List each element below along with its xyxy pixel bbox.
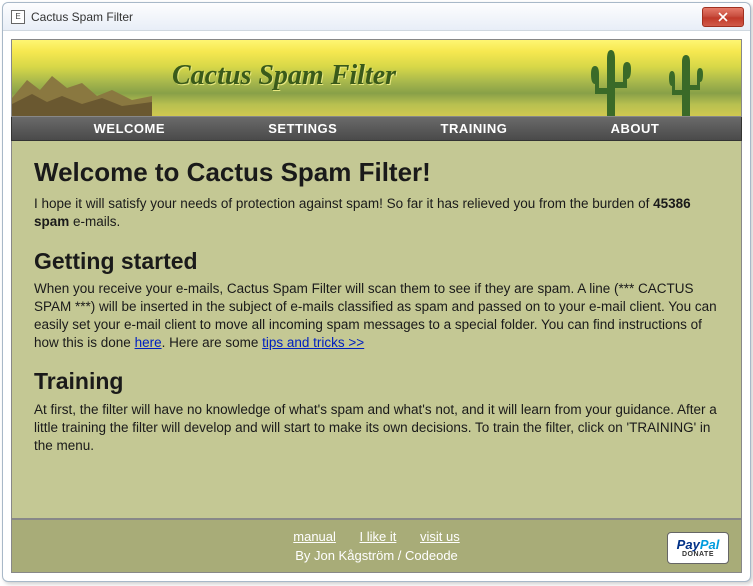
getting-started-text: When you receive your e-mails, Cactus Sp… (34, 280, 719, 353)
rocks-decoration (12, 68, 152, 116)
footer-links: manual I like it visit us (283, 529, 469, 544)
window-title: Cactus Spam Filter (31, 10, 702, 24)
nav-welcome[interactable]: WELCOME (94, 121, 165, 136)
footer: manual I like it visit us By Jon Kågströ… (11, 519, 742, 573)
link-here[interactable]: here (135, 335, 162, 350)
section-heading-training: Training (34, 366, 719, 397)
link-tips-tricks[interactable]: tips and tricks >> (262, 335, 364, 350)
cactus-icon (581, 44, 641, 116)
paypal-logo: PayPal (677, 538, 720, 551)
section-heading-getting-started: Getting started (34, 246, 719, 277)
nav-about[interactable]: ABOUT (611, 121, 660, 136)
app-icon: E (11, 10, 25, 24)
banner-title: Cactus Spam Filter (172, 60, 396, 92)
link-visit-us[interactable]: visit us (420, 529, 460, 544)
intro-text: I hope it will satisfy your needs of pro… (34, 195, 719, 231)
banner: Cactus Spam Filter (11, 39, 742, 117)
footer-byline: By Jon Kågström / Codeode (283, 548, 469, 563)
training-text: At first, the filter will have no knowle… (34, 401, 719, 456)
nav-bar: WELCOME SETTINGS TRAINING ABOUT (11, 117, 742, 141)
close-icon (718, 12, 728, 22)
close-button[interactable] (702, 7, 744, 27)
titlebar: E Cactus Spam Filter (3, 3, 750, 31)
app-window: E Cactus Spam Filter (2, 2, 751, 582)
nav-training[interactable]: TRAINING (441, 121, 508, 136)
app-body: Cactus Spam Filter WELCOME SETTINGS TRAI… (3, 31, 750, 581)
link-manual[interactable]: manual (293, 529, 336, 544)
page-heading: Welcome to Cactus Spam Filter! (34, 155, 719, 190)
donate-label: DONATE (682, 551, 714, 558)
donate-button[interactable]: PayPal DONATE (667, 532, 729, 564)
content-area: Welcome to Cactus Spam Filter! I hope it… (11, 141, 742, 519)
link-i-like-it[interactable]: I like it (360, 529, 397, 544)
footer-center: manual I like it visit us By Jon Kågströ… (283, 529, 469, 563)
cactus-icon (661, 50, 711, 116)
nav-settings[interactable]: SETTINGS (268, 121, 337, 136)
